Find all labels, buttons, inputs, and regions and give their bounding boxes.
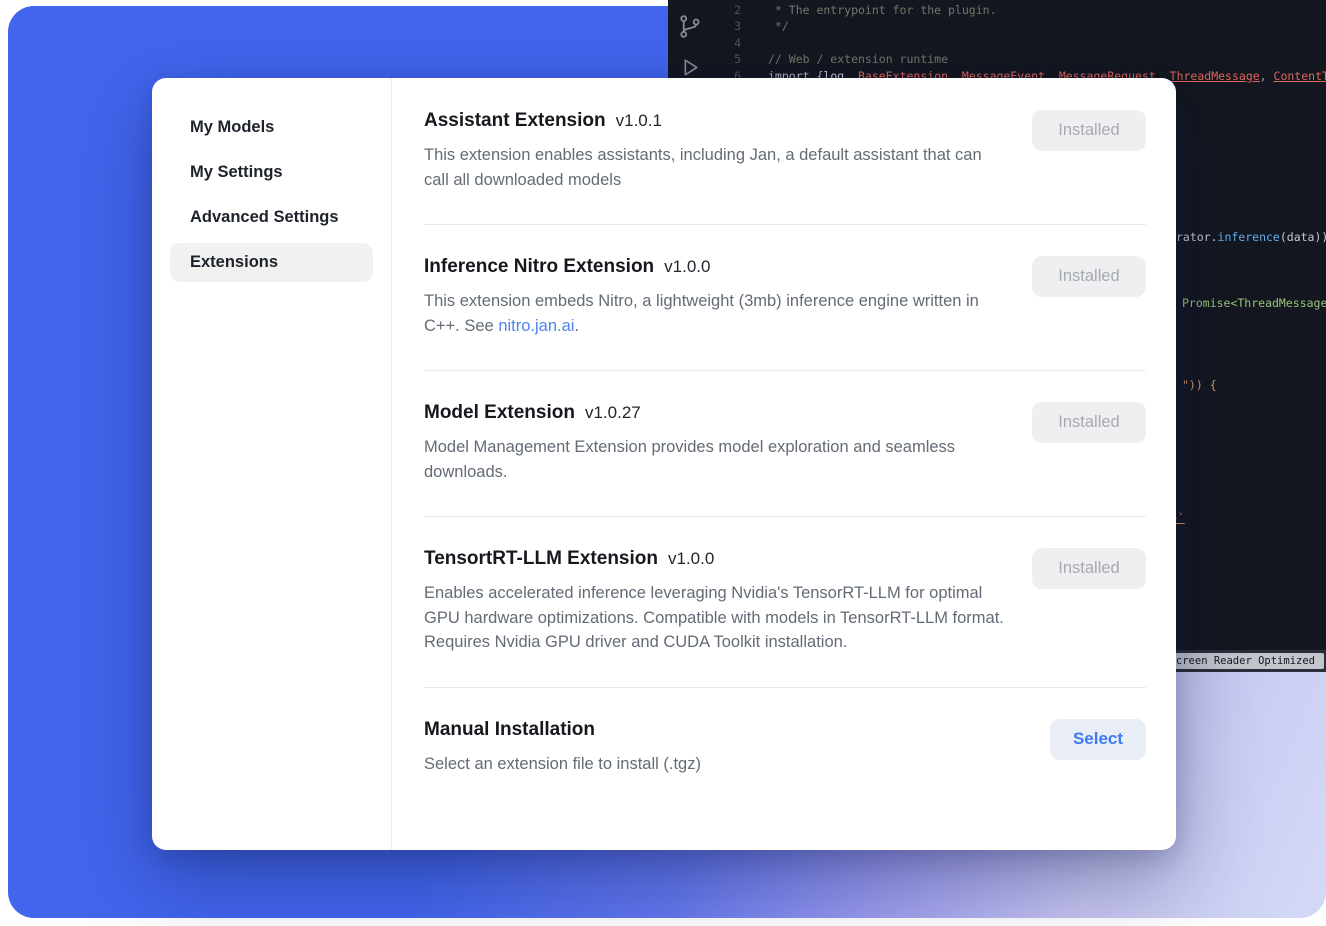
manual-installation-row: Manual Installation Select an extension … bbox=[424, 688, 1146, 809]
code-line: 4 bbox=[668, 35, 1326, 51]
extension-title-row: Model Extension v1.0.27 bbox=[424, 402, 1009, 424]
code-line: 2 * The entrypoint for the plugin. bbox=[668, 2, 1326, 18]
extension-description: This extension embeds Nitro, a lightweig… bbox=[424, 289, 1009, 338]
line-number: 3 bbox=[668, 18, 741, 34]
installed-button[interactable]: Installed bbox=[1032, 402, 1146, 443]
code-line: 3 */ bbox=[668, 18, 1326, 34]
extension-row: Assistant Extension v1.0.1 This extension… bbox=[424, 110, 1146, 225]
extension-title-row: Inference Nitro Extension v1.0.0 bbox=[424, 256, 1009, 278]
extension-title-row: Assistant Extension v1.0.1 bbox=[424, 110, 1009, 132]
sidebar-item-extensions[interactable]: Extensions bbox=[170, 243, 373, 282]
extension-row: TensortRT-LLM Extension v1.0.0 Enables ac… bbox=[424, 517, 1146, 688]
installed-button[interactable]: Installed bbox=[1032, 110, 1146, 151]
code-fragment: ")) { bbox=[1182, 378, 1217, 392]
extension-description: Model Management Extension provides mode… bbox=[424, 435, 1009, 484]
screen-reader-status-button[interactable]: Screen Reader Optimized bbox=[1161, 653, 1324, 669]
extension-title: Manual Installation bbox=[424, 719, 595, 740]
code-fragment: Promise<ThreadMessage> bbox=[1182, 296, 1326, 310]
extension-version: v1.0.0 bbox=[668, 549, 714, 568]
extension-title-row: Manual Installation bbox=[424, 719, 701, 741]
extension-row: Inference Nitro Extension v1.0.0 This ext… bbox=[424, 225, 1146, 371]
code-lines: 2 * The entrypoint for the plugin. 3 */ … bbox=[668, 2, 1326, 84]
installed-button[interactable]: Installed bbox=[1032, 548, 1146, 589]
extensions-panel: Assistant Extension v1.0.1 This extension… bbox=[392, 78, 1176, 850]
sidebar-item-my-models[interactable]: My Models bbox=[170, 108, 373, 147]
extension-title: Assistant Extension bbox=[424, 110, 606, 131]
extension-title: Inference Nitro Extension bbox=[424, 256, 654, 277]
nitro-link[interactable]: nitro.jan.ai bbox=[498, 317, 574, 335]
extension-version: v1.0.1 bbox=[616, 111, 662, 130]
line-number: 2 bbox=[668, 2, 741, 18]
extension-title: TensortRT-LLM Extension bbox=[424, 548, 658, 569]
installed-button[interactable]: Installed bbox=[1032, 256, 1146, 297]
settings-sidebar: My Models My Settings Advanced Settings … bbox=[152, 78, 392, 850]
extension-version: v1.0.0 bbox=[664, 257, 710, 276]
extension-version: v1.0.27 bbox=[585, 403, 641, 422]
sidebar-item-advanced-settings[interactable]: Advanced Settings bbox=[170, 198, 373, 237]
line-number: 4 bbox=[668, 35, 741, 51]
settings-modal: My Models My Settings Advanced Settings … bbox=[152, 78, 1176, 850]
sidebar-item-my-settings[interactable]: My Settings bbox=[170, 153, 373, 192]
extension-description: This extension enables assistants, inclu… bbox=[424, 143, 1009, 192]
line-number: 5 bbox=[668, 51, 741, 67]
code-fragment: rator.inference(data)); bbox=[1176, 230, 1326, 244]
extension-description: Select an extension file to install (.tg… bbox=[424, 752, 701, 777]
extension-title: Model Extension bbox=[424, 402, 575, 423]
extension-description: Enables accelerated inference leveraging… bbox=[424, 581, 1009, 655]
extension-title-row: TensortRT-LLM Extension v1.0.0 bbox=[424, 548, 1009, 570]
extension-row: Model Extension v1.0.27 Model Management … bbox=[424, 371, 1146, 517]
select-file-button[interactable]: Select bbox=[1050, 719, 1146, 760]
code-line: 5 // Web / extension runtime bbox=[668, 51, 1326, 67]
